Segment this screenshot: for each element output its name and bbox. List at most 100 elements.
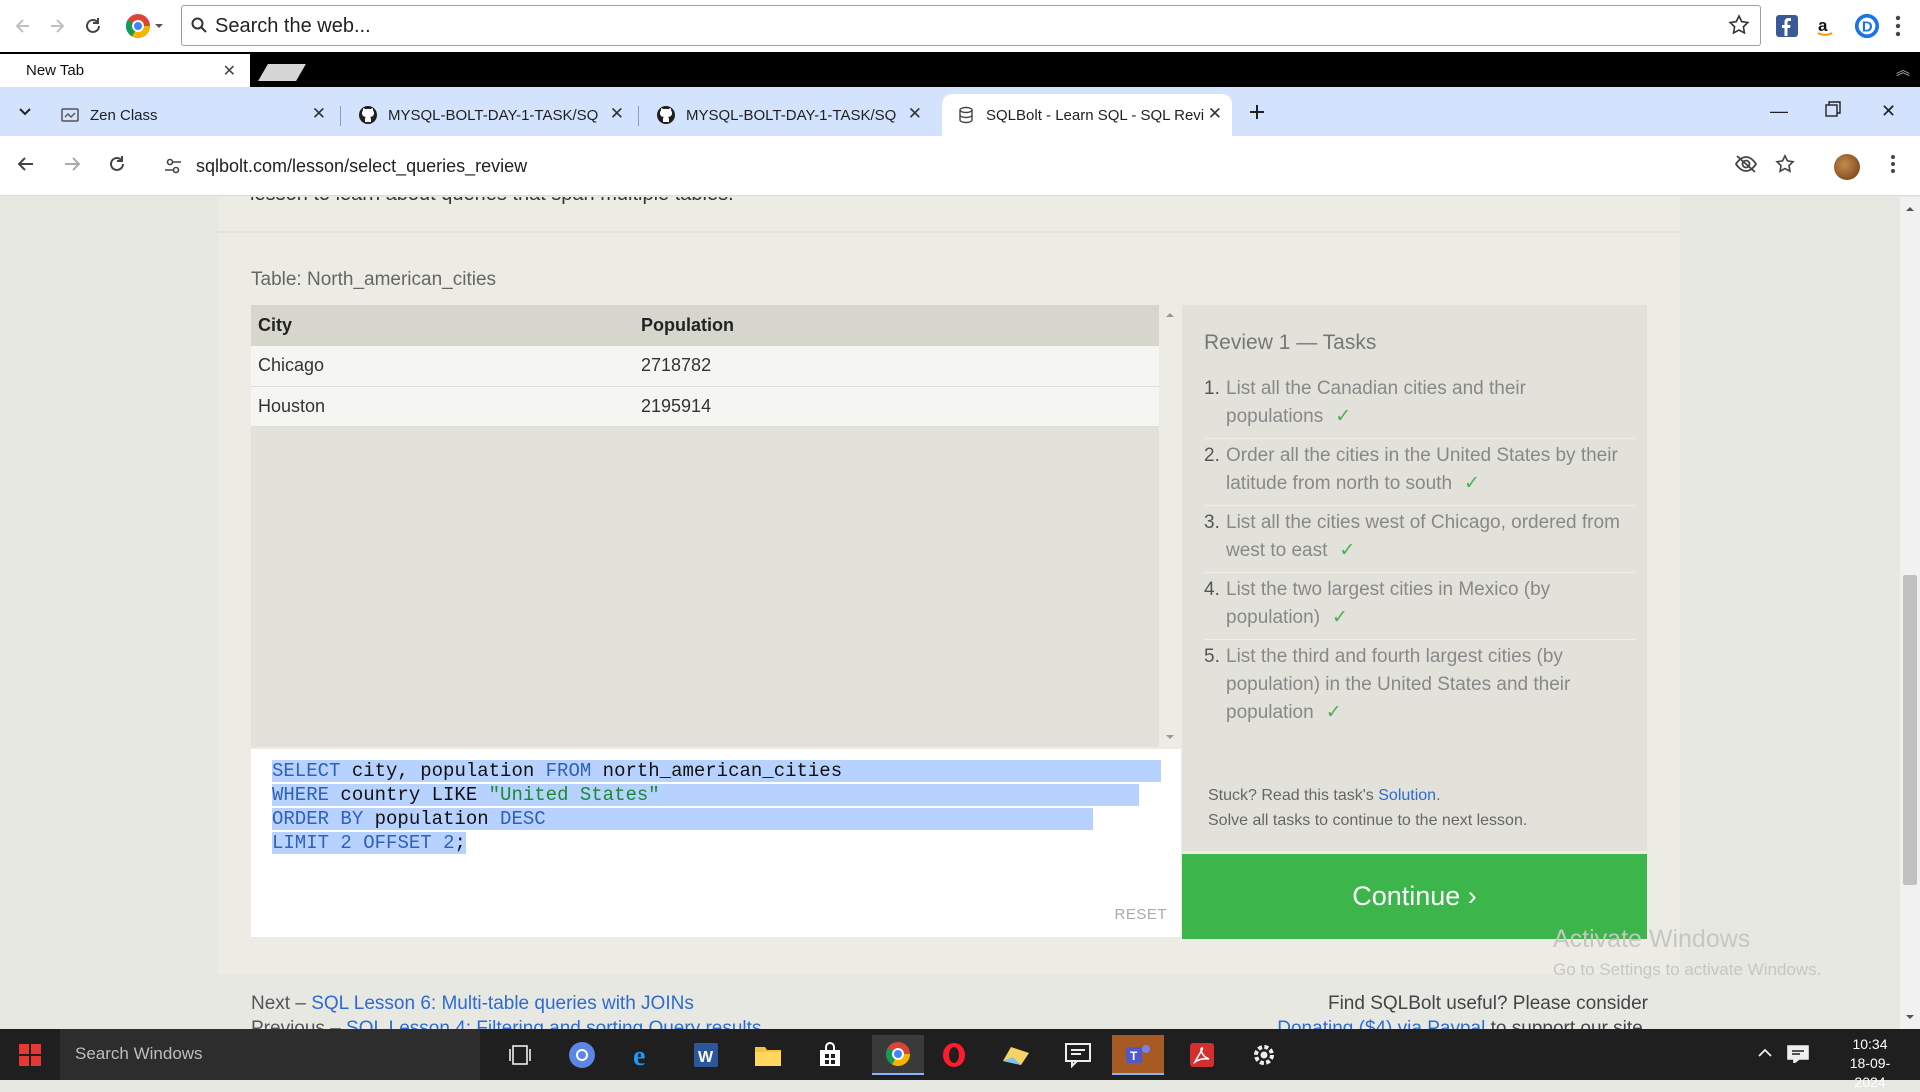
- more-menu-icon[interactable]: [1888, 13, 1908, 39]
- chevron-up-icon[interactable]: ︽: [1896, 60, 1910, 80]
- windows-search-input[interactable]: Search Windows: [60, 1029, 480, 1080]
- help-text: Stuck? Read this task's Solution. Solve …: [1208, 787, 1528, 829]
- opera-icon[interactable]: [934, 1035, 974, 1075]
- close-icon[interactable]: ✕: [312, 104, 326, 124]
- github-icon: [358, 105, 378, 125]
- profile-avatar[interactable]: [1834, 154, 1860, 180]
- profile-d-icon[interactable]: D: [1854, 13, 1880, 39]
- back-icon[interactable]: [10, 13, 36, 39]
- svg-text:D: D: [1862, 20, 1873, 36]
- svg-text:e: e: [633, 1041, 645, 1069]
- close-icon[interactable]: ✕: [223, 61, 236, 81]
- forward-icon[interactable]: [62, 154, 82, 174]
- amazon-icon[interactable]: a: [1812, 13, 1838, 39]
- url-input[interactable]: sqlbolt.com/lesson/select_queries_review: [150, 144, 1800, 188]
- windows-taskbar: Search Windows e W T 10:34 18-09-2024: [0, 1029, 1920, 1090]
- back-icon[interactable]: [16, 154, 36, 174]
- next-lesson-line: Next – SQL Lesson 6: Multi-table queries…: [251, 993, 694, 1014]
- photos-icon[interactable]: [996, 1035, 1036, 1075]
- next-lesson-link[interactable]: SQL Lesson 6: Multi-table queries with J…: [311, 993, 694, 1014]
- solve-all-text: Solve all tasks to continue to the next …: [1208, 812, 1528, 829]
- scrollbar-thumb[interactable]: [1903, 575, 1917, 885]
- window-tab-strip: Zen Class ✕ MYSQL-BOLT-DAY-1-TASK/SQL ✕ …: [0, 87, 1920, 136]
- table-row: Houston 2195914: [251, 386, 1159, 427]
- tab-title: New Tab: [26, 62, 85, 79]
- svg-text:a: a: [1818, 16, 1828, 35]
- edge-icon[interactable]: e: [624, 1035, 664, 1075]
- bookmark-star-icon[interactable]: [1728, 14, 1750, 36]
- table-header-row: City Population: [251, 305, 1159, 346]
- table-cell: 2718782: [634, 346, 1159, 387]
- task-item: 1. List all the Canadian cities and their…: [1204, 372, 1636, 439]
- site-info-icon[interactable]: [164, 157, 182, 175]
- tasks-panel: Review 1 — Tasks 1. List all the Canadian…: [1182, 305, 1647, 851]
- kebab-menu-icon[interactable]: [1890, 154, 1896, 174]
- checkmark-icon: ✓: [1332, 607, 1348, 628]
- previous-lesson-link[interactable]: SQL Lesson 4: Filtering and sorting Quer…: [346, 1018, 761, 1029]
- task-view-icon[interactable]: [500, 1035, 540, 1075]
- tab-label: Zen Class: [90, 106, 158, 124]
- windows-start-icon[interactable]: [0, 1029, 60, 1080]
- file-explorer-icon[interactable]: [748, 1035, 788, 1075]
- new-tab-plus-icon[interactable]: [1244, 99, 1270, 125]
- address-bar: sqlbolt.com/lesson/select_queries_review: [0, 136, 1920, 196]
- tray-chevron-up-icon[interactable]: [1757, 1045, 1773, 1061]
- previous-lesson-line: Previous – SQL Lesson 4: Filtering and s…: [251, 1018, 761, 1029]
- tab-new-tab[interactable]: New Tab ✕: [0, 54, 250, 87]
- tab-sqlbolt[interactable]: SQLBolt - Learn SQL - SQL Revi ✕: [942, 94, 1232, 136]
- close-icon[interactable]: ✕: [908, 104, 922, 124]
- close-window-icon[interactable]: ✕: [1881, 101, 1896, 122]
- reload-icon[interactable]: [107, 154, 127, 174]
- forward-icon[interactable]: [44, 13, 70, 39]
- checkmark-icon: ✓: [1325, 702, 1342, 723]
- bookmark-star-icon[interactable]: [1775, 154, 1795, 174]
- minimize-icon[interactable]: —: [1770, 101, 1788, 122]
- svg-text:T: T: [1130, 1049, 1138, 1063]
- web-search-input[interactable]: Search the web...: [181, 5, 1761, 46]
- solution-link[interactable]: Solution: [1378, 787, 1436, 804]
- checkmark-icon: ✓: [1464, 473, 1480, 494]
- results-scrollbar[interactable]: [1160, 305, 1180, 747]
- restore-icon[interactable]: [1825, 101, 1841, 117]
- column-header-population: Population: [634, 305, 1159, 346]
- system-clock[interactable]: 10:34 18-09-2024: [1835, 1035, 1905, 1092]
- column-header-city: City: [251, 305, 634, 346]
- teams-icon[interactable]: T: [1112, 1035, 1164, 1075]
- tasks-title: Review 1 — Tasks: [1204, 331, 1377, 354]
- chrome-menu-icon[interactable]: [122, 13, 166, 39]
- sql-editor[interactable]: SELECT city, population FROM north_ameri…: [251, 749, 1181, 937]
- donate-link[interactable]: Donating ($4) via Paypal: [1277, 1018, 1485, 1029]
- task-item: 5. List the third and fourth largest citi…: [1204, 646, 1571, 723]
- notifications-icon[interactable]: [1787, 1045, 1809, 1063]
- url-text: sqlbolt.com/lesson/select_queries_review: [196, 156, 528, 176]
- chromium-icon[interactable]: [562, 1035, 602, 1075]
- store-icon[interactable]: [810, 1035, 850, 1075]
- reload-icon[interactable]: [80, 13, 106, 39]
- tab-label: MYSQL-BOLT-DAY-1-TASK/SQL: [686, 106, 896, 124]
- tab-github-1[interactable]: MYSQL-BOLT-DAY-1-TASK/SQL ✕: [344, 94, 634, 136]
- task-item: 4. List the two largest cities in Mexico …: [1204, 573, 1636, 640]
- word-icon[interactable]: W: [686, 1035, 726, 1075]
- eye-off-icon[interactable]: [1734, 154, 1758, 174]
- github-icon: [656, 105, 676, 125]
- close-icon[interactable]: ✕: [610, 104, 624, 124]
- sql-code[interactable]: SELECT city, population FROM north_ameri…: [272, 759, 1162, 855]
- feedback-icon[interactable]: [1058, 1035, 1098, 1075]
- close-icon[interactable]: ✕: [1208, 104, 1222, 124]
- chrome-icon[interactable]: [872, 1035, 924, 1075]
- checkmark-icon: ✓: [1335, 406, 1352, 427]
- facebook-icon[interactable]: [1774, 13, 1800, 39]
- tab-label: SQLBolt - Learn SQL - SQL Revi: [986, 106, 1205, 124]
- page-viewport: lesson to learn about queries that span …: [0, 197, 1900, 1029]
- acrobat-icon[interactable]: [1182, 1035, 1222, 1075]
- tab-zen-class[interactable]: Zen Class ✕: [46, 94, 336, 136]
- task-list: 1. List all the Canadian cities and their…: [1204, 372, 1636, 734]
- search-icon: [191, 17, 207, 33]
- settings-gear-icon[interactable]: [1244, 1035, 1284, 1075]
- new-tab-button[interactable]: [258, 64, 306, 81]
- table-row: Chicago 2718782: [251, 346, 1159, 387]
- tab-github-2[interactable]: MYSQL-BOLT-DAY-1-TASK/SQL ✕: [642, 94, 932, 136]
- reset-button[interactable]: RESET: [1114, 906, 1167, 923]
- tab-search-icon[interactable]: [12, 99, 38, 125]
- table-cell: Chicago: [251, 346, 634, 387]
